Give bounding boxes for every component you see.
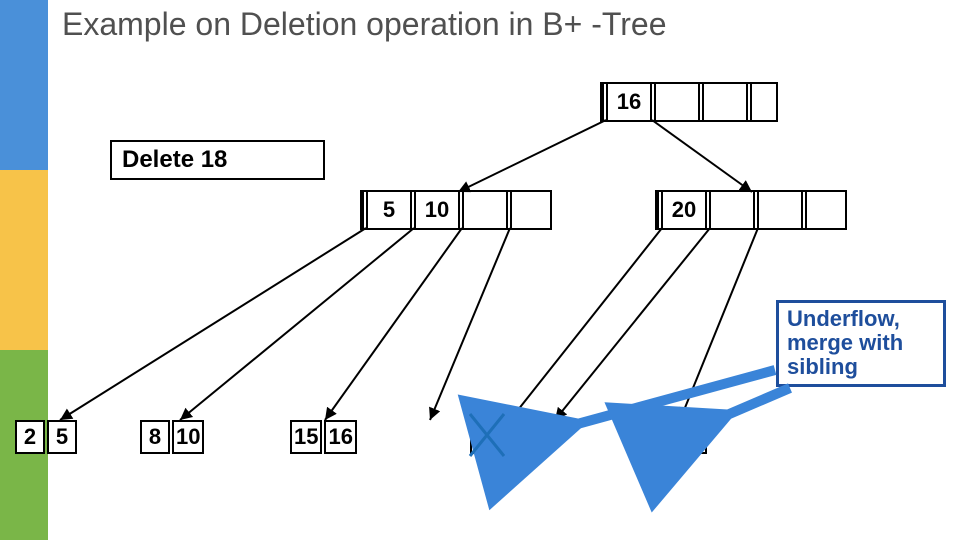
leaf-0-key-1: 5 <box>47 420 77 454</box>
operation-label: Delete 18 <box>110 140 325 180</box>
edges-overlay <box>0 0 960 540</box>
annotation-underflow: Underflow, merge with sibling <box>776 300 946 387</box>
merge-arrow-icon <box>570 370 775 426</box>
btree-internal-node-0: 5 10 <box>360 190 552 230</box>
btree-leaf-2: 15 16 <box>290 420 357 454</box>
leaf-2-key-1: 16 <box>324 420 356 454</box>
internal-0-key-1: 10 <box>416 192 458 228</box>
leaf-4-key-0: 22 <box>640 420 672 454</box>
btree-internal-node-1: 20 <box>655 190 847 230</box>
internal-1-key-0: 20 <box>663 192 705 228</box>
btree-leaf-3: 18 20 <box>470 420 537 454</box>
side-bar-blue <box>0 0 48 170</box>
btree-leaf-0: 2 5 <box>15 420 77 454</box>
page-title: Example on Deletion operation in B+ -Tre… <box>62 6 666 43</box>
merge-arrow-icon-2 <box>720 388 790 418</box>
btree-leaf-4: 22 29 <box>640 420 707 454</box>
leaf-3-key-0: 18 <box>470 420 502 454</box>
leaf-1-key-0: 8 <box>140 420 170 454</box>
side-color-bar <box>0 0 48 540</box>
leaf-1-key-1: 10 <box>172 420 204 454</box>
internal-0-key-0: 5 <box>368 192 410 228</box>
btree-root-node: 16 <box>600 82 778 122</box>
leaf-0-key-0: 2 <box>15 420 45 454</box>
side-bar-yellow <box>0 170 48 350</box>
leaf-3-key-1: 20 <box>504 420 536 454</box>
leaf-2-key-0: 15 <box>290 420 322 454</box>
btree-leaf-1: 8 10 <box>140 420 204 454</box>
leaf-4-key-1: 29 <box>674 420 706 454</box>
root-key-0: 16 <box>608 84 650 120</box>
